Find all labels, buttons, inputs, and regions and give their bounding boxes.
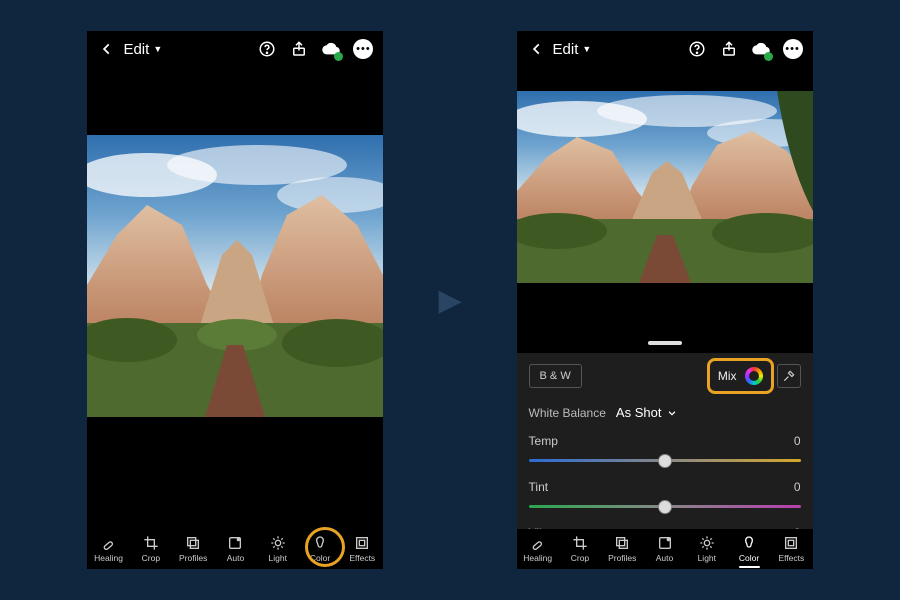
share-icon[interactable] — [719, 39, 739, 59]
tool-light-label: Light — [698, 553, 716, 563]
tint-slider[interactable]: Tint 0 — [529, 480, 801, 514]
tint-label: Tint — [529, 480, 549, 494]
tool-auto-label: Auto — [227, 553, 245, 563]
photo-preview — [87, 135, 383, 417]
tool-healing[interactable]: Healing — [517, 529, 559, 569]
photo-preview — [517, 91, 813, 283]
eyedropper-button[interactable] — [777, 364, 801, 388]
tool-light[interactable]: Light — [257, 529, 299, 569]
caret-down-icon: ▼ — [582, 44, 591, 54]
help-icon[interactable] — [257, 39, 277, 59]
edit-title-label: Edit — [123, 41, 149, 58]
bottom-toolbar: Healing Crop Profiles Auto Light Color E… — [517, 529, 813, 569]
tool-crop[interactable]: Crop — [130, 529, 172, 569]
edit-title[interactable]: Edit ▼ — [123, 41, 162, 58]
help-icon[interactable] — [687, 39, 707, 59]
topbar: Edit ▼ ••• — [517, 31, 813, 67]
tool-color[interactable]: Color — [728, 529, 770, 569]
tool-light-label: Light — [269, 553, 287, 563]
more-icon[interactable]: ••• — [783, 39, 803, 59]
mix-label: Mix — [718, 369, 737, 383]
white-balance-value: As Shot — [616, 405, 662, 420]
tool-auto[interactable]: Auto — [214, 529, 256, 569]
share-icon[interactable] — [289, 39, 309, 59]
tool-profiles-label: Profiles — [179, 553, 207, 563]
temp-value: 0 — [794, 434, 801, 448]
phone-screen-left: Edit ▼ ••• — [87, 31, 383, 569]
bottom-toolbar: Healing Crop Profiles Auto Light Color E… — [87, 529, 383, 569]
edit-title-label: Edit — [553, 41, 579, 58]
back-icon[interactable] — [97, 39, 117, 59]
cloud-sync-icon[interactable] — [751, 39, 771, 59]
color-panel: B & W Mix White Balance As Shot Temp 0 — [517, 353, 813, 529]
temp-label: Temp — [529, 434, 558, 448]
sync-ok-badge — [764, 52, 773, 61]
mix-button-highlight: Mix — [712, 363, 769, 389]
tool-healing-label: Healing — [94, 553, 123, 563]
tool-profiles[interactable]: Profiles — [172, 529, 214, 569]
temp-slider[interactable]: Temp 0 — [529, 434, 801, 468]
caret-down-icon: ▼ — [153, 44, 162, 54]
tint-value: 0 — [794, 480, 801, 494]
tool-effects-label: Effects — [349, 553, 375, 563]
tool-light[interactable]: Light — [686, 529, 728, 569]
arrow-right-icon: ▶ — [438, 283, 461, 318]
bw-toggle[interactable]: B & W — [529, 364, 582, 388]
topbar: Edit ▼ ••• — [87, 31, 383, 67]
tool-effects[interactable]: Effects — [341, 529, 383, 569]
panel-grabber[interactable] — [648, 341, 682, 345]
tool-crop[interactable]: Crop — [559, 529, 601, 569]
tool-auto-label: Auto — [656, 553, 674, 563]
tool-crop-label: Crop — [571, 553, 589, 563]
chevron-down-icon — [667, 408, 677, 418]
cloud-sync-icon[interactable] — [321, 39, 341, 59]
tool-profiles-label: Profiles — [608, 553, 636, 563]
white-balance-label: White Balance — [529, 406, 606, 420]
more-icon[interactable]: ••• — [353, 39, 373, 59]
back-icon[interactable] — [527, 39, 547, 59]
white-balance-select[interactable]: As Shot — [616, 405, 678, 420]
tool-effects[interactable]: Effects — [770, 529, 812, 569]
tool-color[interactable]: Color — [299, 529, 341, 569]
tool-color-label: Color — [310, 553, 330, 563]
phone-screen-right: Edit ▼ ••• — [517, 31, 813, 569]
tool-crop-label: Crop — [142, 553, 160, 563]
tool-auto[interactable]: Auto — [643, 529, 685, 569]
sync-ok-badge — [334, 52, 343, 61]
tool-color-label: Color — [739, 553, 759, 563]
bw-toggle-label: B & W — [540, 370, 571, 382]
tool-profiles[interactable]: Profiles — [601, 529, 643, 569]
tool-effects-label: Effects — [778, 553, 804, 563]
tool-healing-label: Healing — [523, 553, 552, 563]
tool-healing[interactable]: Healing — [87, 529, 129, 569]
color-mix-icon[interactable] — [745, 367, 763, 385]
edit-title[interactable]: Edit ▼ — [553, 41, 592, 58]
